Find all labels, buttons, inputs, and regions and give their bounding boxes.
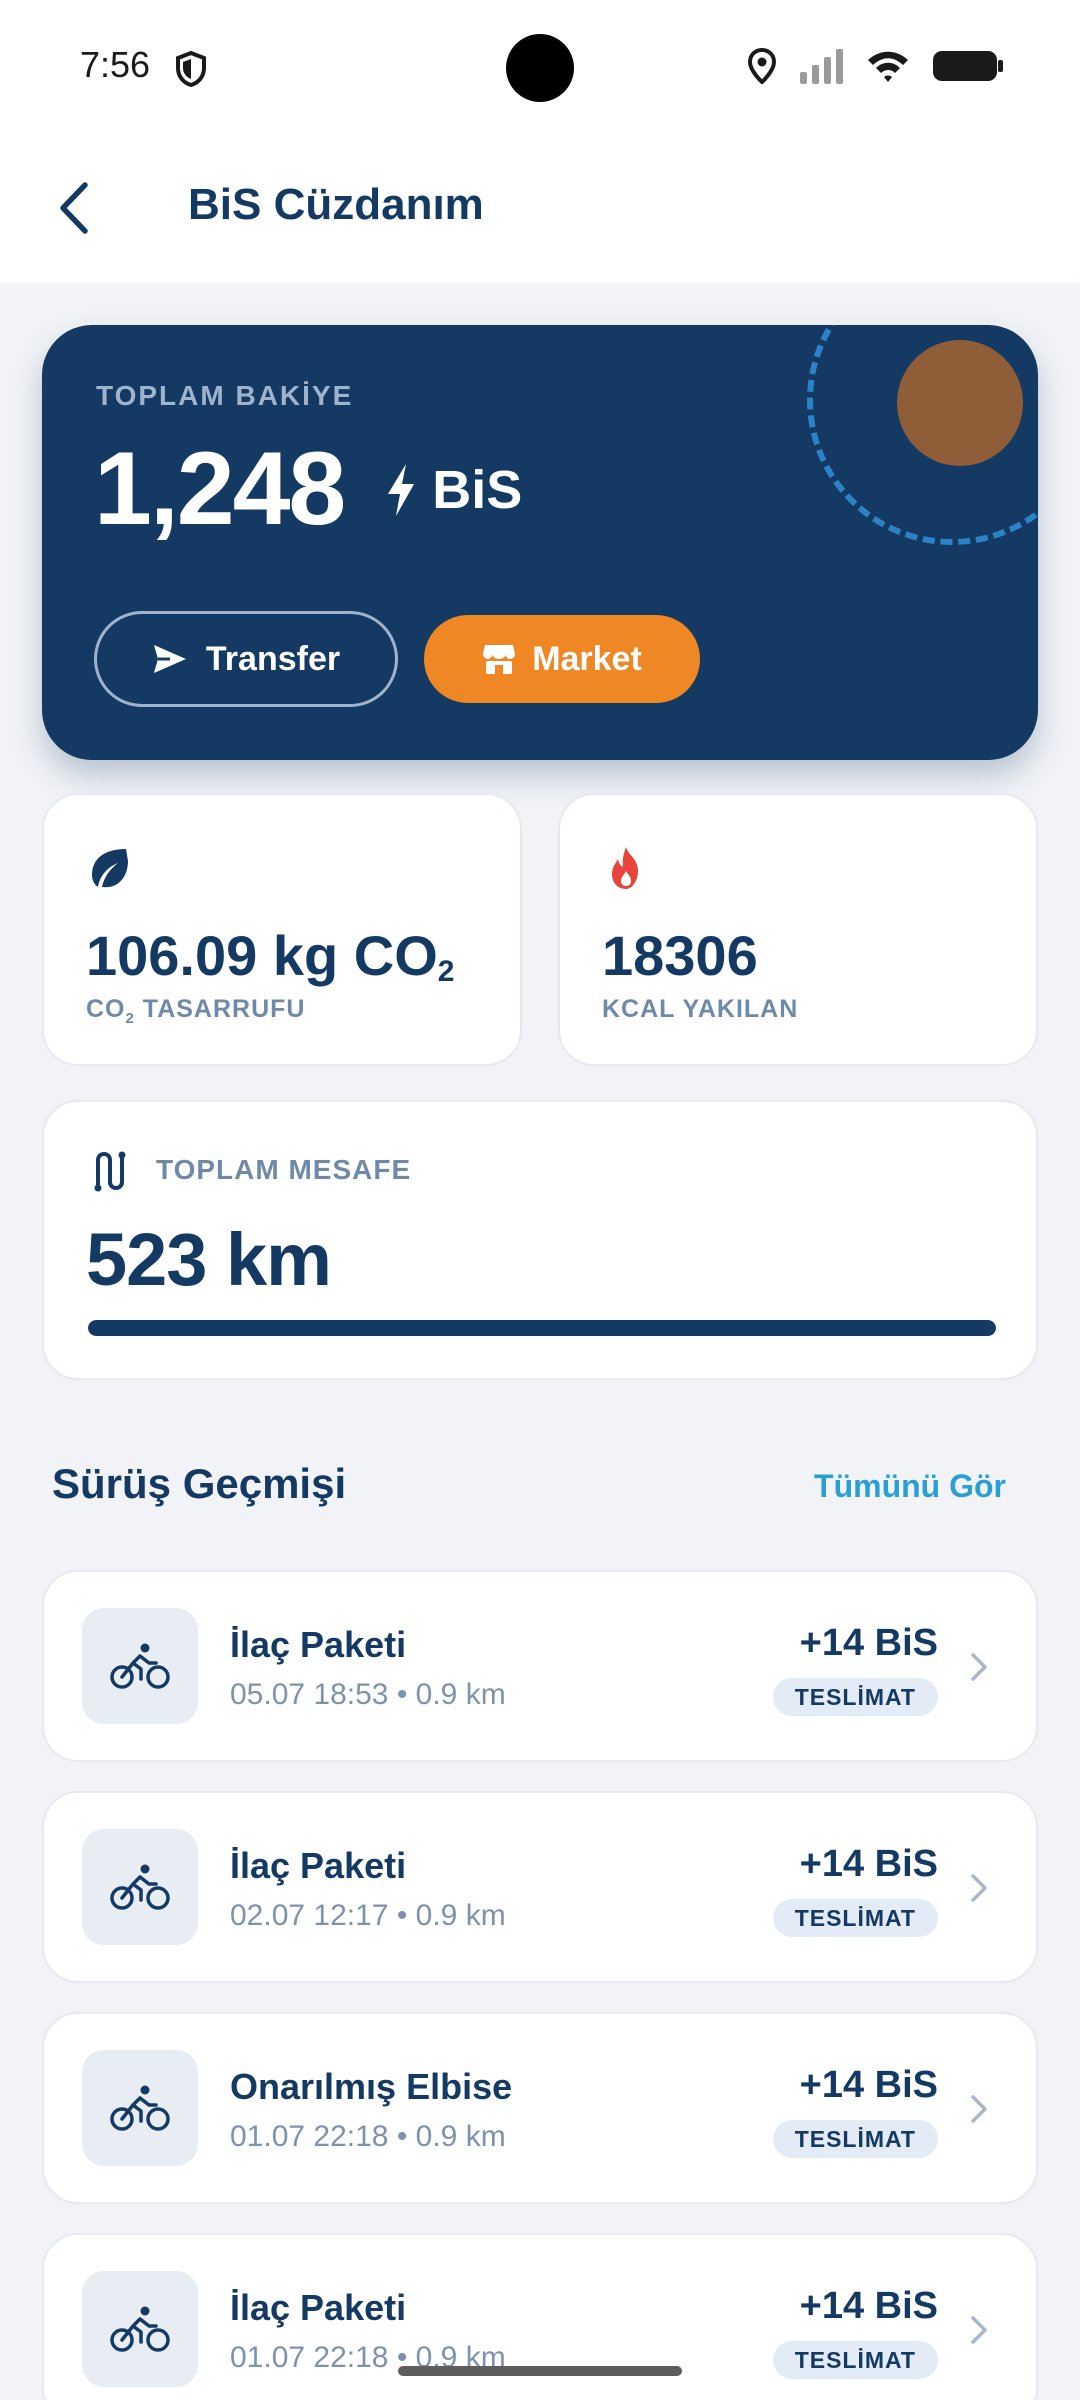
status-bar: 7:56 — [0, 0, 1080, 135]
chevron-right-icon — [971, 1653, 987, 1681]
ride-icon-box — [82, 2271, 198, 2387]
decorative-circle — [897, 340, 1023, 466]
ride-type-badge: TESLİMAT — [772, 2120, 938, 2158]
status-icons — [748, 48, 1004, 84]
ride-amount: +14 BiS — [799, 1622, 938, 1664]
leaf-icon — [92, 849, 128, 888]
back-arrow-icon — [60, 182, 88, 234]
send-icon — [153, 645, 186, 673]
ride-type-badge: TESLİMAT — [772, 2341, 938, 2379]
ride-icon-box — [82, 2050, 198, 2166]
ride-type-badge: TESLİMAT — [772, 1899, 938, 1937]
distance-label: TOPLAM MESAFE — [156, 1154, 412, 1185]
bicycle-icon — [110, 1643, 170, 1689]
ride-item[interactable]: İlaç Paketi 02.07 12:17 • 0.9 km +14 BiS… — [42, 1791, 1038, 1983]
balance-card: TOPLAM BAKİYE 1,248 BiS Transfer Market — [42, 325, 1038, 760]
status-time: 7:56 — [80, 44, 151, 85]
shield-icon — [176, 50, 206, 88]
ride-item[interactable]: İlaç Paketi 05.07 18:53 • 0.9 km +14 BiS… — [42, 1570, 1038, 1762]
ride-amount: +14 BiS — [799, 2064, 938, 2106]
chevron-right-icon — [971, 2095, 987, 2123]
ride-amount: +14 BiS — [799, 1843, 938, 1885]
balance-label: TOPLAM BAKİYE — [96, 380, 354, 411]
ride-amount: +14 BiS — [799, 2285, 938, 2327]
ride-title: İlaç Paketi — [230, 1845, 407, 1886]
ride-meta: 01.07 22:18 • 0.9 km — [230, 2120, 506, 2153]
ride-icon-box — [82, 1829, 198, 1945]
kcal-label: KCAL YAKILAN — [602, 995, 799, 1023]
ride-title: İlaç Paketi — [230, 2287, 407, 2328]
flame-icon — [612, 847, 638, 889]
co2-stat-card: 106.09 kg CO2 CO2 TASARRUFU — [42, 793, 522, 1066]
bicycle-icon — [110, 1864, 170, 1910]
store-icon — [483, 645, 516, 674]
ride-meta: 02.07 12:17 • 0.9 km — [230, 1899, 506, 1932]
home-indicator[interactable] — [398, 2366, 682, 2376]
balance-row: 1,248 BiS — [94, 430, 522, 549]
transfer-button[interactable]: Transfer — [94, 611, 398, 707]
location-icon — [748, 48, 776, 84]
bicycle-icon — [110, 2085, 170, 2131]
transfer-label: Transfer — [205, 639, 341, 678]
co2-value: 106.09 kg CO2 — [86, 924, 455, 988]
kcal-value: 18306 — [602, 924, 758, 987]
distance-value: 523 km — [86, 1218, 332, 1301]
route-icon — [94, 1151, 126, 1192]
history-title: Sürüş Geçmişi — [52, 1460, 347, 1507]
distance-card: TOPLAM MESAFE 523 km — [42, 1100, 1038, 1380]
ride-item[interactable]: Onarılmış Elbise 01.07 22:18 • 0.9 km +1… — [42, 2012, 1038, 2204]
balance-unit: BiS — [384, 459, 522, 521]
chevron-right-icon — [971, 2316, 987, 2344]
back-button[interactable] — [44, 171, 104, 245]
distance-progress-fill — [88, 1320, 996, 1336]
wallet-screen: 7:56 BiS Cüzdanım TOPLAM BAKİYE 1,248 Bi… — [0, 0, 1080, 2400]
market-button[interactable]: Market — [424, 615, 700, 703]
ride-type-badge: TESLİMAT — [772, 1678, 938, 1716]
page-title: BiS Cüzdanım — [188, 180, 484, 229]
ride-meta: 05.07 18:53 • 0.9 km — [230, 1678, 506, 1711]
ride-list: İlaç Paketi 05.07 18:53 • 0.9 km +14 BiS… — [42, 1570, 1038, 2400]
ride-title: İlaç Paketi — [230, 1624, 407, 1665]
lightning-icon — [388, 463, 415, 516]
co2-label: CO2 TASARRUFU — [86, 995, 306, 1027]
ride-title: Onarılmış Elbise — [230, 2066, 513, 2107]
distance-progress — [88, 1320, 996, 1336]
see-all-link[interactable]: Tümünü Gör — [814, 1468, 1006, 1505]
balance-unit-label: BiS — [432, 459, 523, 520]
bicycle-icon — [110, 2306, 170, 2352]
signal-icon — [800, 49, 843, 84]
balance-value: 1,248 — [94, 431, 346, 547]
market-label: Market — [532, 639, 642, 678]
chevron-right-icon — [971, 1874, 987, 1902]
app-header: BiS Cüzdanım — [0, 135, 1080, 283]
battery-icon — [933, 51, 1003, 81]
ride-icon-box — [82, 1608, 198, 1724]
camera-cutout — [506, 34, 574, 102]
kcal-stat-card: 18306 KCAL YAKILAN — [558, 793, 1038, 1066]
wifi-icon — [868, 51, 908, 82]
